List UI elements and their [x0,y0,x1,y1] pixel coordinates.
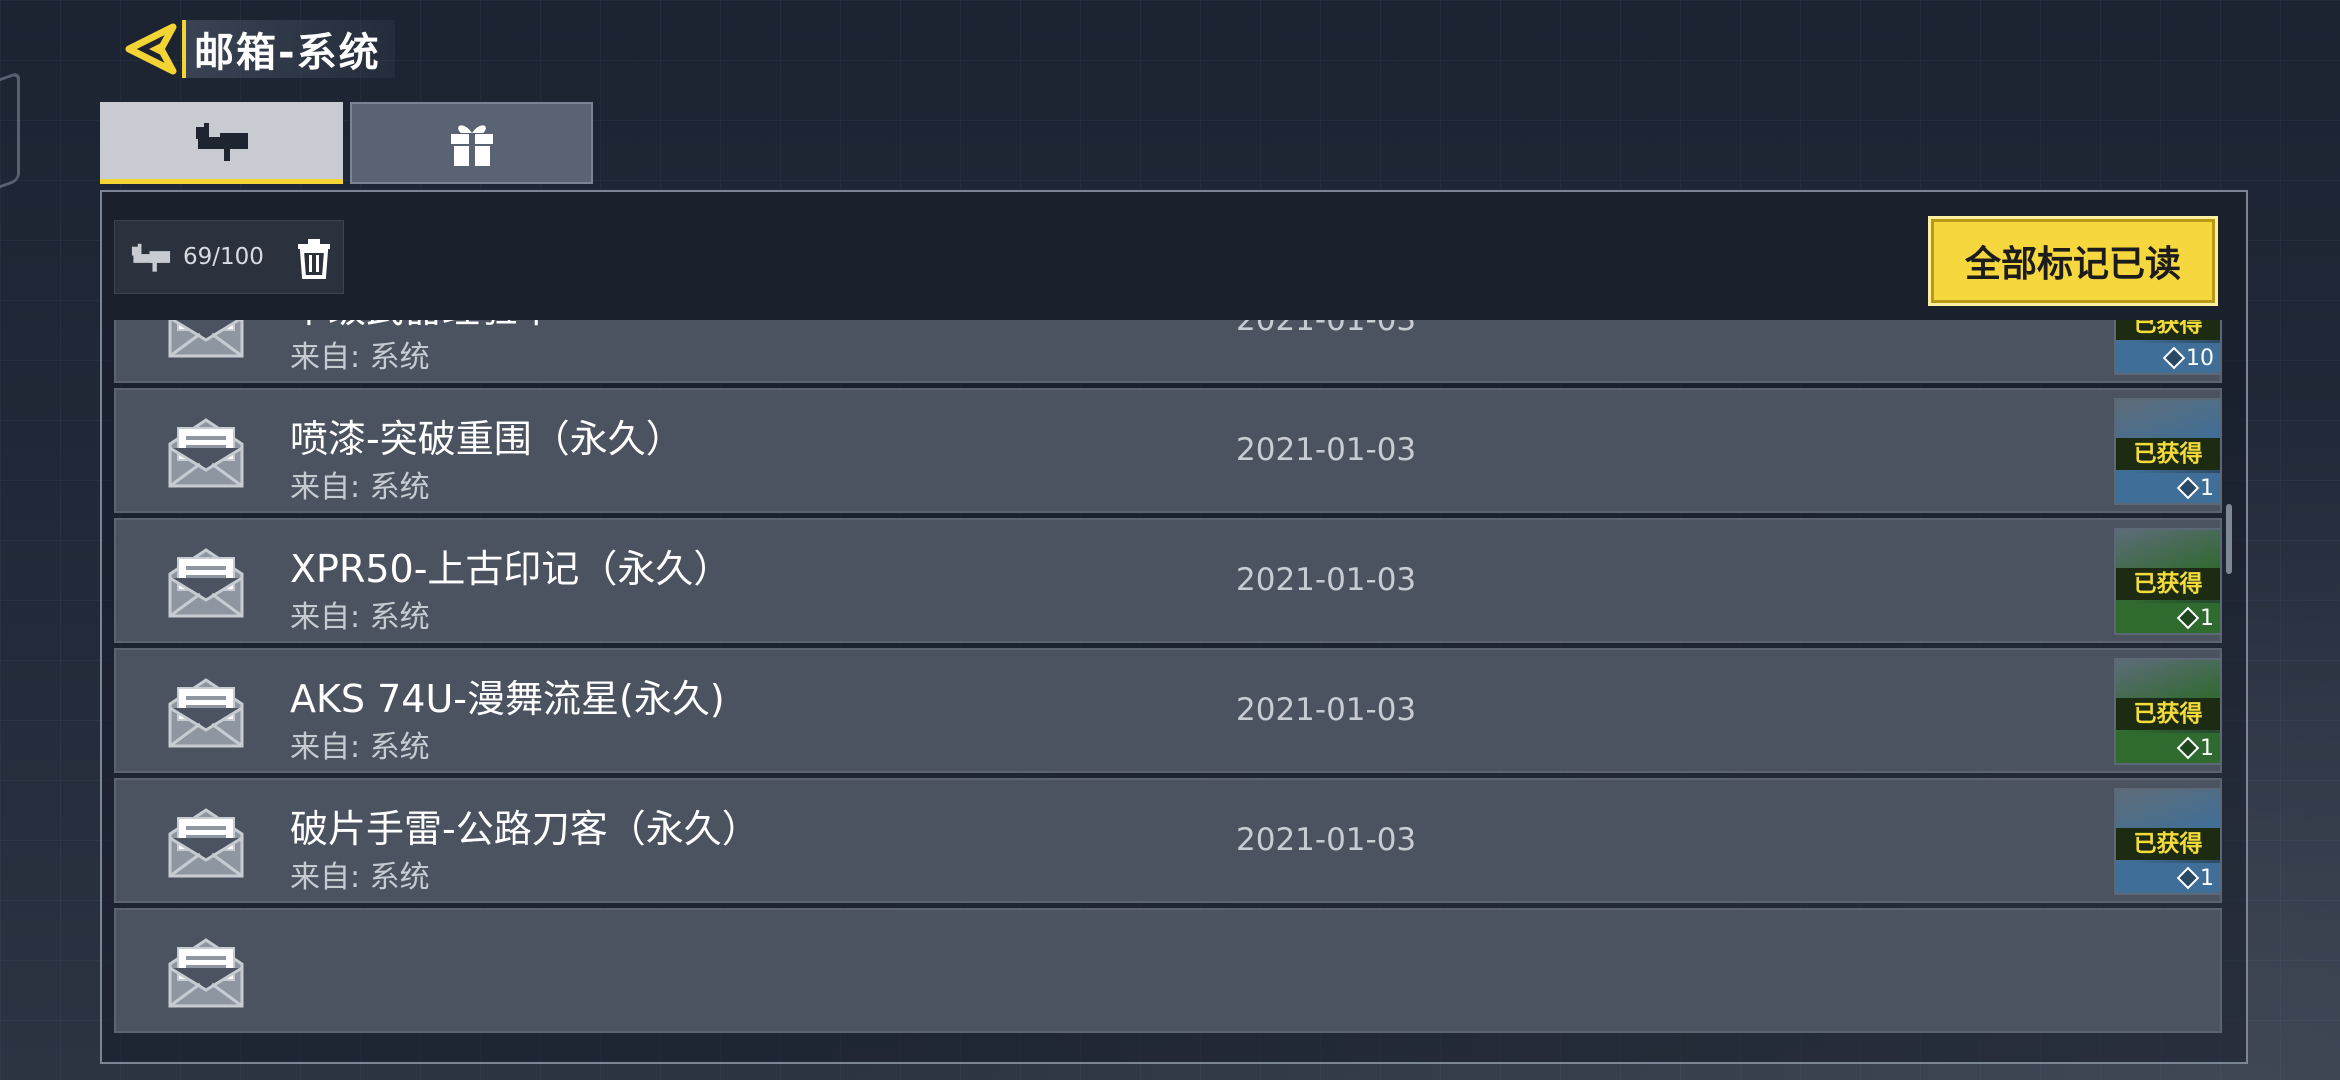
reward-quantity: 1 [2200,735,2214,761]
diamond-icon [2176,736,2200,760]
reward-thumbnail[interactable]: 已获得 1 [2114,398,2222,505]
side-frame-decoration [0,70,20,200]
reward-quantity-bar: 1 [2116,473,2220,503]
reward-thumbnail[interactable]: 已获得 1 [2114,788,2222,895]
mail-subject: XPR50-上古印记（永久） [290,547,732,591]
mail-subject: 喷漆-突破重围（永久） [290,417,684,461]
reward-thumbnail[interactable]: 已获得 1 [2114,658,2222,765]
reward-quantity-bar: 1 [2116,733,2220,763]
back-button[interactable] [120,18,182,80]
mailbox-icon [195,122,248,161]
mail-item-4[interactable]: XPR50-上古印记（永久） 来自: 系统 2021-01-03 已获得 1 [114,518,2222,643]
scrollbar[interactable] [2226,504,2232,574]
mark-all-read-button[interactable]: 全部标记已读 [1928,216,2218,306]
envelope-icon [168,548,244,618]
reward-status-badge: 已获得 [2116,568,2220,600]
tab-gifts[interactable] [350,102,593,184]
envelope-icon [168,678,244,748]
reward-quantity: 1 [2200,475,2214,501]
mail-item-6[interactable]: 破片手雷-公路刀客（永久） 来自: 系统 2021-01-03 已获得 1 [114,778,2222,903]
mail-panel: 来自: 系统 2021-01-03 已获得 1 中级武器经验卡 来自: 系统 2… [100,190,2248,1064]
mail-count-box: 69/100 [114,220,344,294]
tab-mailbox[interactable] [100,102,343,184]
reward-thumbnail[interactable]: 已获得 1 [2114,528,2222,635]
delete-button[interactable] [283,221,345,295]
mail-date: 2021-01-03 [1236,432,1417,468]
envelope-icon [168,418,244,488]
mail-sender: 来自: 系统 [290,730,430,765]
mail-sender: 来自: 系统 [290,470,430,505]
gift-icon [450,125,493,166]
reward-status-badge: 已获得 [2116,438,2220,470]
reward-quantity: 10 [2186,345,2214,371]
mailbox-icon [131,243,171,272]
diamond-icon [2176,606,2200,630]
diamond-icon [2176,476,2200,500]
diamond-icon [2176,866,2200,890]
reward-status-badge: 已获得 [2116,828,2220,860]
envelope-icon [168,808,244,878]
reward-quantity: 1 [2200,605,2214,631]
mail-sender: 来自: 系统 [290,860,430,895]
reward-status-badge: 已获得 [2116,698,2220,730]
mail-date: 2021-01-03 [1236,562,1417,598]
mail-sender: 来自: 系统 [290,340,430,375]
mail-date: 2021-01-03 [1236,822,1417,858]
mail-item-3[interactable]: 喷漆-突破重围（永久） 来自: 系统 2021-01-03 已获得 1 [114,388,2222,513]
mail-date: 2021-01-03 [1236,692,1417,728]
trash-icon [298,239,330,279]
reward-quantity-bar: 1 [2116,863,2220,893]
header: 邮箱-系统 [120,18,395,80]
mail-subject: 破片手雷-公路刀客（永久） [290,807,760,851]
reward-quantity: 1 [2200,865,2214,891]
mail-count: 69/100 [183,244,264,270]
back-arrow-icon [125,23,177,75]
mail-item-7[interactable] [114,908,2222,1033]
title-bar: 邮箱-系统 [182,20,395,78]
mail-item-5[interactable]: AKS 74U-漫舞流星(永久) 来自: 系统 2021-01-03 已获得 1 [114,648,2222,773]
mail-subject: AKS 74U-漫舞流星(永久) [290,677,725,721]
mail-toolbar: 69/100 全部标记已读 [102,192,2246,320]
page-title: 邮箱-系统 [194,30,381,76]
envelope-icon [168,938,244,1008]
mail-sender: 来自: 系统 [290,600,430,635]
reward-quantity-bar: 10 [2116,343,2220,373]
reward-quantity-bar: 1 [2116,603,2220,633]
diamond-icon [2162,346,2186,370]
